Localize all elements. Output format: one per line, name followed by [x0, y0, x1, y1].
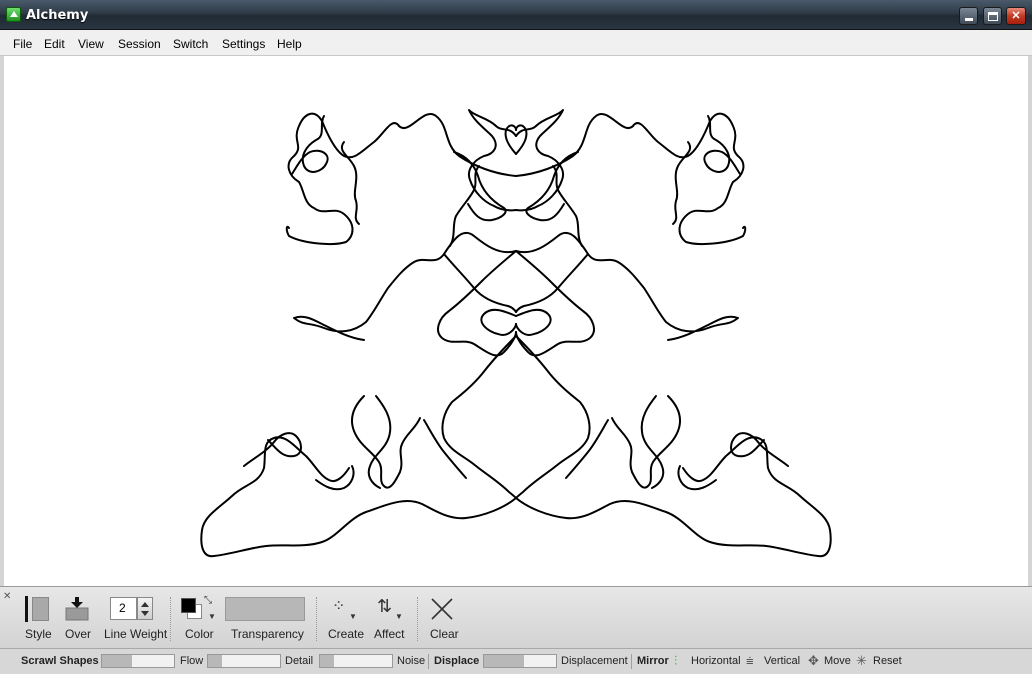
transparency-label: Transparency [231, 627, 304, 641]
over-label: Over [65, 627, 92, 641]
noise-slider[interactable] [319, 654, 393, 668]
window-title: Alchemy [26, 8, 89, 23]
create-button[interactable]: Create [328, 627, 364, 641]
reset-icon[interactable]: ✳ [856, 653, 867, 669]
vertical-mirror-icon[interactable]: ⩧ [746, 653, 754, 669]
module-name: Scrawl Shapes [21, 655, 99, 667]
menu-view[interactable]: View [78, 37, 104, 51]
color-dropdown-icon[interactable]: ▼ [208, 612, 216, 621]
line-weight-label: Line Weight [104, 627, 168, 641]
foreground-color-swatch[interactable] [181, 598, 196, 613]
clear-x-icon[interactable] [430, 597, 454, 621]
displace-module-name: Displace [434, 655, 480, 667]
alchemy-app-icon [6, 7, 21, 22]
menu-switch[interactable]: Switch [173, 37, 208, 51]
vertical-button[interactable]: Vertical [764, 655, 800, 667]
flow-label: Flow [180, 655, 204, 667]
module-controls-bar: Scrawl Shapes Flow Detail Noise Displace… [0, 648, 1032, 674]
move-button[interactable]: Move [824, 655, 851, 667]
decrement-icon[interactable] [141, 611, 149, 616]
mirrored-scrawl-drawing [200, 109, 832, 558]
style-icon[interactable] [25, 596, 28, 622]
toolbar-divider [316, 597, 317, 641]
style-label: Style [25, 627, 52, 641]
increment-icon[interactable] [141, 602, 149, 607]
menu-help[interactable]: Help [277, 37, 302, 51]
menu-file[interactable]: File [13, 37, 32, 51]
detail-slider[interactable] [207, 654, 281, 668]
menu-settings[interactable]: Settings [222, 37, 265, 51]
minimize-icon [964, 18, 973, 21]
flow-slider-fill [102, 655, 133, 667]
affect-icon[interactable]: ⇅ [377, 596, 392, 617]
displacement-slider[interactable] [483, 654, 557, 668]
transparency-slider[interactable] [225, 597, 305, 621]
menu-bar: File Edit View Session Switch Settings H… [0, 30, 1032, 56]
controls-divider [631, 654, 632, 669]
reset-button[interactable]: Reset [873, 655, 902, 667]
toolbar-divider [170, 597, 171, 641]
drawing-canvas[interactable] [4, 56, 1028, 586]
line-weight-input[interactable]: 2 [110, 597, 137, 620]
displacement-label: Displacement [561, 655, 628, 667]
close-icon: ✕ [1011, 10, 1021, 22]
detail-label: Detail [285, 655, 314, 667]
line-weight-stepper[interactable] [137, 597, 153, 620]
horizontal-button[interactable]: Horizontal [691, 655, 741, 667]
move-icon[interactable]: ✥ [808, 653, 819, 669]
mirror-module-name: Mirror [637, 655, 669, 667]
affect-button[interactable]: Affect [374, 627, 404, 641]
swap-colors-icon[interactable]: ⤡ [204, 595, 212, 606]
clear-button[interactable]: Clear [430, 627, 459, 641]
noise-slider-fill [320, 655, 335, 667]
affect-dropdown-icon[interactable]: ▼ [395, 612, 403, 621]
maximize-icon [987, 12, 998, 21]
toolbar-close-icon[interactable]: ✕ [3, 591, 11, 602]
maximize-button[interactable] [983, 7, 1002, 25]
minimize-button[interactable] [959, 7, 978, 25]
detail-slider-fill [208, 655, 223, 667]
controls-divider [428, 654, 429, 669]
create-icon[interactable]: ⁘ [332, 596, 345, 616]
menu-session[interactable]: Session [118, 37, 161, 51]
toolbar-divider [417, 597, 418, 641]
style-shape-icon[interactable] [32, 597, 49, 621]
color-label: Color [185, 627, 214, 641]
noise-label: Noise [397, 655, 426, 667]
displacement-slider-fill [484, 655, 524, 667]
flow-slider[interactable] [101, 654, 175, 668]
over-icon[interactable] [65, 596, 89, 622]
title-bar: Alchemy ✕ [0, 0, 1032, 30]
menu-edit[interactable]: Edit [44, 37, 65, 51]
close-button[interactable]: ✕ [1006, 7, 1026, 25]
create-dropdown-icon[interactable]: ▼ [349, 612, 357, 621]
toolbar: ✕ Style Over 2 Line Weight ⤡ ▼ Color Tra… [0, 586, 1032, 648]
horizontal-mirror-icon[interactable]: ⫶ [674, 653, 677, 669]
